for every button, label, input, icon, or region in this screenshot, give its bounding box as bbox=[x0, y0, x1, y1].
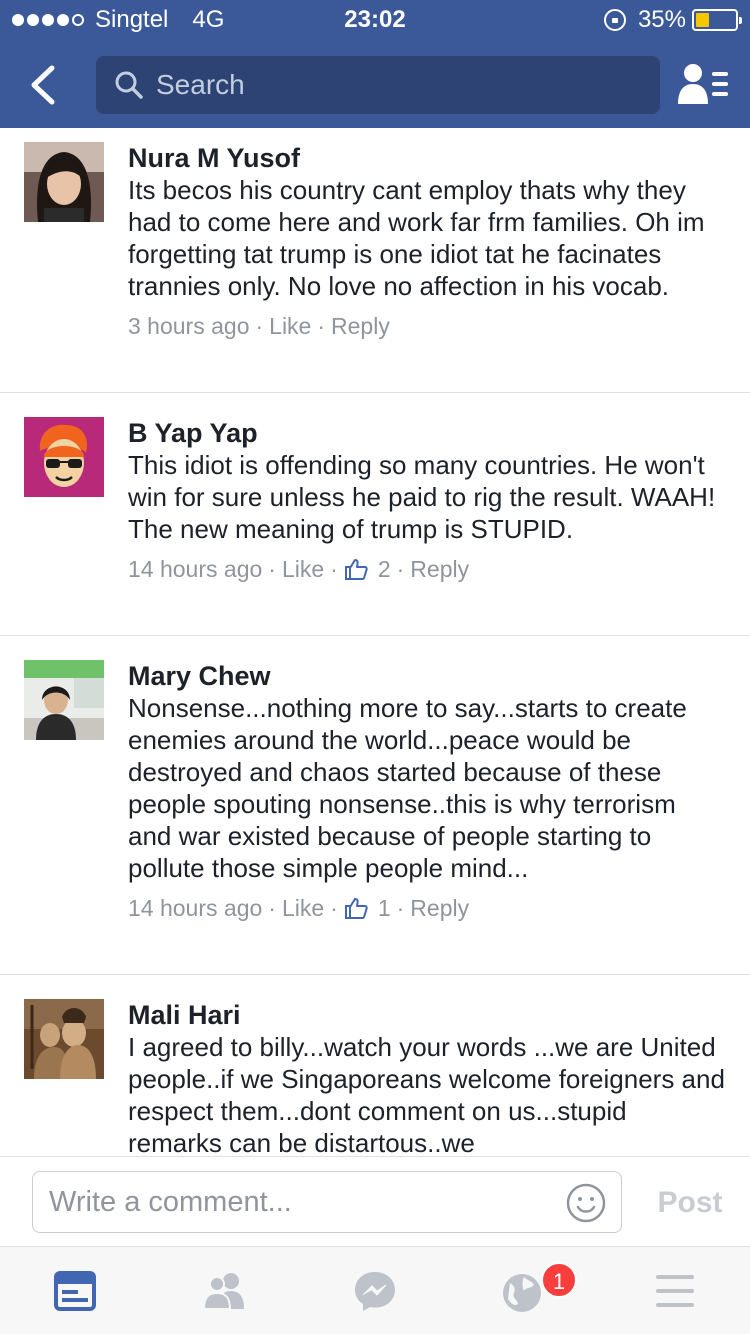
notifications-badge[interactable]: 1 bbox=[541, 1262, 577, 1298]
rotation-lock-icon bbox=[603, 9, 626, 31]
messenger-tab-icon[interactable] bbox=[350, 1269, 400, 1313]
comment-text: Its becos his country cant employ thats … bbox=[128, 175, 705, 301]
friend-list-icon[interactable] bbox=[676, 62, 730, 106]
battery-icon bbox=[692, 9, 742, 31]
status-bar: Singtel 4G 23:02 35% bbox=[0, 0, 750, 40]
like-thumb-icon bbox=[344, 898, 368, 919]
like-link[interactable]: Like bbox=[282, 892, 324, 924]
comments-list[interactable]: Nura M Yusof Its becos his country cant … bbox=[0, 128, 750, 1156]
friends-tab-icon[interactable] bbox=[200, 1269, 250, 1313]
comment-author[interactable]: Nura M Yusof bbox=[128, 142, 726, 174]
status-right: 35% bbox=[603, 6, 742, 34]
like-count[interactable]: 1 bbox=[378, 892, 391, 924]
comment-meta: 3 hours ago · Like · Reply bbox=[128, 310, 726, 342]
comment-meta: 14 hours ago · Like · 1 · Reply bbox=[128, 892, 726, 924]
comment-time[interactable]: 3 hours ago bbox=[128, 310, 249, 342]
comment-author[interactable]: Mali Hari bbox=[128, 999, 726, 1031]
post-button[interactable]: Post bbox=[642, 1181, 738, 1225]
comment-composer: Post bbox=[0, 1156, 750, 1246]
comment-item: B Yap Yap This idiot is offending so man… bbox=[0, 393, 750, 636]
reply-link[interactable]: Reply bbox=[331, 310, 390, 342]
comment-time[interactable]: 14 hours ago bbox=[128, 553, 262, 585]
search-bar[interactable] bbox=[96, 56, 660, 114]
comment-input[interactable] bbox=[49, 1182, 549, 1222]
avatar[interactable] bbox=[24, 417, 104, 497]
cartoon-avatar-icon bbox=[24, 417, 104, 497]
comment-item: Mali Hari I agreed to billy...watch your… bbox=[0, 975, 750, 1156]
comment-meta: 14 hours ago · Like · 2 · Reply bbox=[128, 553, 726, 585]
top-header: Singtel 4G 23:02 35% bbox=[0, 0, 750, 128]
comment-text: Nonsense...nothing more to say...starts … bbox=[128, 693, 687, 883]
comment-author[interactable]: B Yap Yap bbox=[128, 417, 726, 449]
comment-text: This idiot is offending so many countrie… bbox=[128, 450, 716, 544]
comment-author[interactable]: Mary Chew bbox=[128, 660, 726, 692]
avatar[interactable] bbox=[24, 660, 104, 740]
battery-percent: 35% bbox=[637, 6, 686, 33]
comment-text: I agreed to billy...watch your words ...… bbox=[128, 1032, 725, 1156]
separator-dot: · bbox=[255, 313, 264, 339]
avatar[interactable] bbox=[24, 999, 104, 1079]
like-count[interactable]: 2 bbox=[378, 553, 391, 585]
comment-item: Mary Chew Nonsense...nothing more to say… bbox=[0, 636, 750, 975]
reply-link[interactable]: Reply bbox=[410, 553, 469, 585]
menu-hamburger-tab-icon[interactable] bbox=[650, 1269, 700, 1313]
separator-dot: · bbox=[330, 895, 338, 921]
woman-avatar-icon bbox=[24, 142, 104, 222]
search-input[interactable] bbox=[156, 69, 636, 101]
back-chevron-icon[interactable] bbox=[26, 64, 66, 106]
deity-avatar-icon bbox=[24, 999, 104, 1079]
separator-dot: · bbox=[396, 895, 405, 921]
smiley-icon[interactable] bbox=[565, 1182, 607, 1224]
separator-dot: · bbox=[317, 313, 326, 339]
comment-field[interactable] bbox=[32, 1171, 622, 1233]
search-icon bbox=[115, 71, 143, 99]
reply-link[interactable]: Reply bbox=[410, 892, 469, 924]
like-link[interactable]: Like bbox=[269, 310, 311, 342]
separator-dot: · bbox=[268, 895, 276, 921]
like-link[interactable]: Like bbox=[282, 553, 324, 585]
like-thumb-icon bbox=[344, 559, 368, 580]
tab-bar bbox=[0, 1246, 750, 1334]
separator-dot: · bbox=[330, 556, 338, 582]
news-feed-tab-icon[interactable] bbox=[50, 1269, 100, 1313]
office-avatar-icon bbox=[24, 660, 104, 740]
separator-dot: · bbox=[396, 556, 405, 582]
avatar[interactable] bbox=[24, 142, 104, 222]
comment-item: Nura M Yusof Its becos his country cant … bbox=[0, 128, 750, 393]
separator-dot: · bbox=[268, 556, 276, 582]
nav-row bbox=[0, 56, 750, 114]
comment-time[interactable]: 14 hours ago bbox=[128, 892, 262, 924]
